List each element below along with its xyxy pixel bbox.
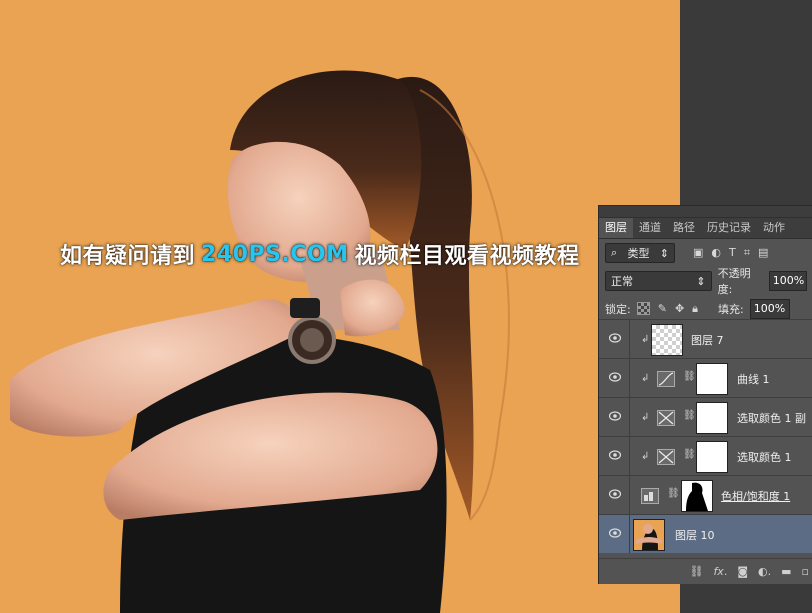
chevron-updown-icon: ⇕ — [659, 246, 669, 260]
lock-all-icon[interactable]: 🔒︎ — [692, 302, 698, 316]
blend-mode-value: 正常 — [611, 275, 633, 288]
tab-actions[interactable]: 动作 — [757, 218, 791, 238]
hue-saturation-adjustment-icon — [641, 488, 659, 504]
eye-icon[interactable] — [609, 528, 621, 538]
filter-kind-label: 类型 — [627, 247, 650, 260]
layer-mask-thumbnail — [696, 363, 728, 395]
new-adjustment-icon[interactable]: ◐. — [758, 565, 771, 578]
smart-object-filter-icon[interactable]: ▤ — [758, 246, 768, 260]
clipping-arrow-icon: ↲ — [641, 412, 650, 423]
layer-row[interactable]: ↲ ⛓ 选取颜色 1 副 — [599, 397, 812, 436]
search-icon: ⌕ — [611, 246, 618, 259]
lock-transparency-icon[interactable] — [636, 302, 650, 315]
layer-row[interactable]: ↲ 图层 7 — [599, 319, 812, 358]
link-icon[interactable]: ⛓ — [683, 371, 696, 382]
watermark: 如有疑问请到 240PS.COM 视频栏目观看视频教程 — [60, 236, 580, 272]
new-layer-icon[interactable]: ▫ — [802, 565, 809, 578]
selective-color-adjustment-icon — [657, 449, 675, 465]
opacity-field[interactable]: 100% — [768, 271, 807, 291]
link-icon[interactable]: ⛓ — [683, 449, 696, 460]
eye-icon[interactable] — [609, 450, 621, 460]
panel-title-bar[interactable] — [599, 206, 812, 218]
layer-row[interactable]: ↲ ⛓ 选取颜色 1 — [599, 436, 812, 475]
layer-name[interactable]: 色相/饱和度 1 — [721, 488, 790, 504]
filter-kind-select[interactable]: ⌕ 类型 ⇕ — [605, 243, 675, 263]
divider — [629, 437, 630, 475]
layer-thumbnail — [633, 519, 665, 551]
layer-mask-thumbnail — [696, 402, 728, 434]
layer-mask-thumbnail — [681, 480, 713, 512]
adjustment-filter-icon[interactable]: ◐ — [711, 246, 721, 260]
watermark-text-after: 视频栏目观看视频教程 — [354, 244, 580, 269]
blend-mode-select[interactable]: 正常 ⇕ — [605, 271, 712, 291]
layer-name[interactable]: 选取颜色 1 副 — [737, 410, 806, 426]
divider — [629, 398, 630, 436]
panel-tabs: 图层 通道 路径 历史记录 动作 — [599, 218, 812, 239]
divider — [629, 515, 630, 553]
chevron-updown-icon: ⇕ — [696, 274, 706, 288]
shape-filter-icon[interactable]: ⌗ — [744, 246, 750, 260]
eye-icon[interactable] — [609, 333, 621, 343]
watermark-site[interactable]: 240PS.COM — [201, 242, 349, 267]
eye-icon[interactable] — [609, 411, 621, 421]
selective-color-adjustment-icon — [657, 410, 675, 426]
watermark-text-before: 如有疑问请到 — [60, 244, 196, 269]
blend-row: 正常 ⇕ 不透明度: 100% — [599, 267, 812, 296]
link-icon[interactable]: ⛓ — [683, 410, 696, 421]
woman-photo — [10, 70, 510, 613]
layer-mask-thumbnail — [696, 441, 728, 473]
tab-channels[interactable]: 通道 — [633, 218, 667, 238]
layer-name[interactable]: 图层 10 — [675, 527, 715, 543]
tab-layers[interactable]: 图层 — [599, 218, 633, 238]
layer-row-selected[interactable]: 图层 10 — [599, 514, 812, 553]
layer-name[interactable]: 图层 7 — [691, 332, 724, 348]
layer-thumbnail — [651, 324, 683, 356]
divider — [629, 320, 630, 358]
layer-name[interactable]: 曲线 1 — [737, 371, 770, 387]
filter-icons: ▣ ◐ T ⌗ ▤ — [693, 246, 768, 260]
layers-panel: 图层 通道 路径 历史记录 动作 ⌕ 类型 ⇕ ▣ ◐ T ⌗ ▤ 正常 ⇕ 不… — [598, 205, 812, 584]
lock-paint-icon[interactable]: ✎ — [658, 302, 667, 316]
divider — [629, 359, 630, 397]
type-filter-icon[interactable]: T — [729, 246, 736, 260]
fill-label: 填充: — [718, 303, 744, 316]
layer-row[interactable]: ↲ ⛓ 曲线 1 — [599, 358, 812, 397]
opacity-label: 不透明度: — [717, 267, 751, 296]
curves-adjustment-icon — [657, 371, 675, 387]
lock-icons: ✎ ✥ 🔒︎ — [636, 302, 698, 316]
layer-row[interactable]: ⛓ 色相/饱和度 1 — [599, 475, 812, 514]
fill-field[interactable]: 100% — [749, 299, 790, 319]
image-filter-icon[interactable]: ▣ — [693, 246, 703, 260]
tab-paths[interactable]: 路径 — [667, 218, 701, 238]
eye-icon[interactable] — [609, 372, 621, 382]
add-mask-icon[interactable]: ◙ — [737, 565, 748, 578]
lock-position-icon[interactable]: ✥ — [675, 302, 684, 316]
eye-icon[interactable] — [609, 489, 621, 499]
mask-silhouette-icon — [686, 482, 708, 511]
layers-list: ↲ 图层 7 ↲ ⛓ 曲线 1 ↲ ⛓ 选取颜色 1 副 ↲ ⛓ 选取颜色 1 … — [599, 319, 812, 553]
divider — [629, 476, 630, 514]
layer-name[interactable]: 选取颜色 1 — [737, 449, 792, 465]
lock-label: 锁定: — [605, 303, 631, 316]
tab-history[interactable]: 历史记录 — [701, 218, 757, 238]
clipping-arrow-icon: ↲ — [641, 451, 650, 462]
clipping-arrow-icon: ↲ — [641, 334, 650, 345]
fx-icon[interactable]: fx. — [713, 565, 727, 578]
clipping-arrow-icon: ↲ — [641, 373, 650, 384]
link-layers-icon[interactable]: ⛓ — [689, 565, 703, 578]
photo-thumbnail-icon — [636, 524, 662, 550]
filter-row: ⌕ 类型 ⇕ ▣ ◐ T ⌗ ▤ — [599, 239, 812, 267]
panel-bottom-toolbar: ⛓ fx. ◙ ◐. ▬ ▫ — [599, 558, 812, 584]
new-group-icon[interactable]: ▬ — [781, 565, 791, 578]
link-icon[interactable]: ⛓ — [667, 488, 680, 499]
